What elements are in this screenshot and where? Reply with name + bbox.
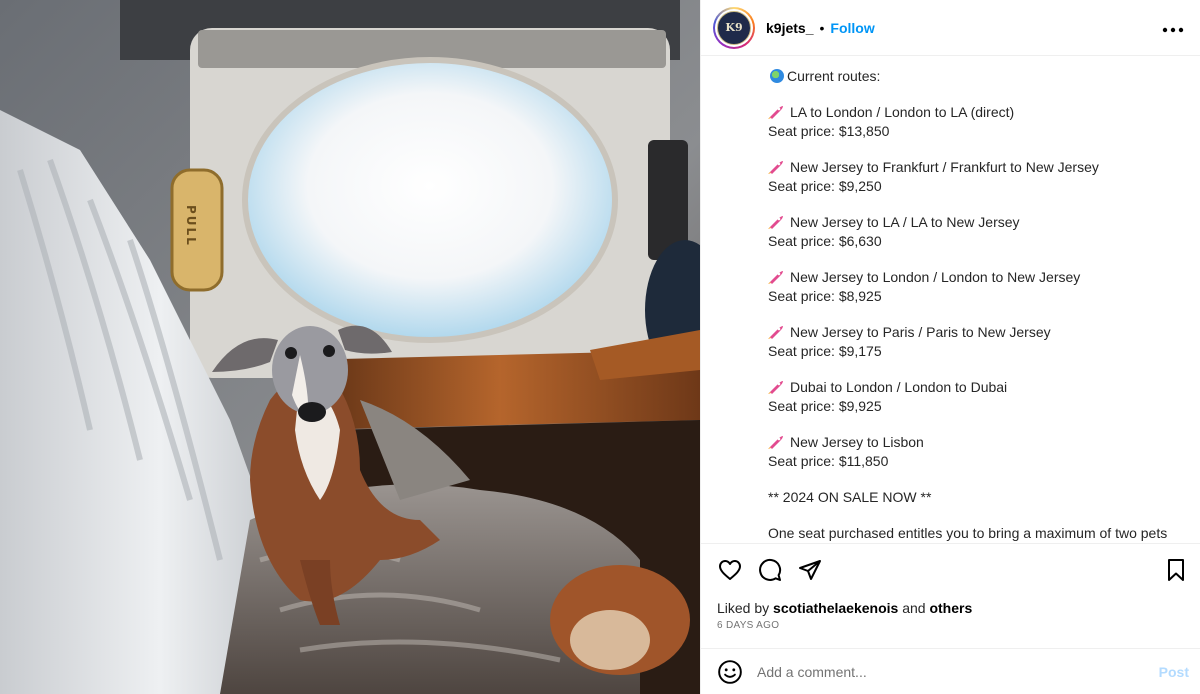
route-text: LA to London / London to LA (direct) <box>790 104 1015 120</box>
route-text: New Jersey to LA / LA to New Jersey <box>790 214 1020 230</box>
rocket-icon <box>768 216 783 229</box>
caption-gap <box>768 141 1177 158</box>
caption-gap <box>768 471 1177 488</box>
rocket-icon <box>768 271 783 284</box>
post-caption: Current routes: LA to London / London to… <box>701 57 1200 543</box>
route-item: New Jersey to Frankfurt / Frankfurt to N… <box>768 158 1177 196</box>
caption-gap <box>768 306 1177 323</box>
likes-conjunction: and <box>902 600 926 616</box>
seat-price: Seat price: $9,925 <box>768 398 882 414</box>
caption-gap <box>768 251 1177 268</box>
separator-dot: • <box>819 19 825 36</box>
seat-price: Seat price: $9,250 <box>768 178 882 194</box>
share-glyph <box>799 560 821 580</box>
route-text: New Jersey to Lisbon <box>790 434 924 450</box>
caption-gap <box>768 86 1177 103</box>
likes-prefix: Liked by <box>717 600 770 616</box>
rocket-icon <box>768 436 783 449</box>
route-item: New Jersey to LA / LA to New Jersey Seat… <box>768 213 1177 251</box>
follow-button[interactable]: Follow <box>830 20 874 36</box>
avatar[interactable]: K9 <box>713 6 755 49</box>
likes-others-link[interactable]: others <box>929 600 972 616</box>
post-timestamp[interactable]: 6 DAYS AGO <box>717 620 779 631</box>
action-bar <box>701 544 1200 596</box>
heart-glyph <box>719 560 741 580</box>
route-item: LA to London / London to LA (direct) Sea… <box>768 103 1177 141</box>
route-item: New Jersey to London / London to New Jer… <box>768 268 1177 306</box>
caption-gap <box>768 361 1177 378</box>
emoji-icon[interactable] <box>717 659 743 685</box>
heart-icon[interactable] <box>717 557 743 583</box>
post-header: K9 k9jets_ • Follow <box>701 0 1200 56</box>
likes-summary: Liked by scotiathelaekenois and others <box>717 600 972 616</box>
route-item: New Jersey to Paris / Paris to New Jerse… <box>768 323 1177 361</box>
caption-footer: One seat purchased entitles you to bring… <box>768 525 1168 541</box>
route-text: New Jersey to Paris / Paris to New Jerse… <box>790 324 1051 340</box>
share-icon[interactable] <box>797 557 823 583</box>
seat-price: Seat price: $11,850 <box>768 453 889 469</box>
instagram-post: PULL K9 k9jets_ • Follow Current routes: <box>0 0 1200 694</box>
globe-icon <box>770 69 784 83</box>
avatar-inner-ring: K9 <box>715 8 753 47</box>
more-dots-glyph <box>1162 27 1184 33</box>
post-sidebar: K9 k9jets_ • Follow Current routes: LA t… <box>700 0 1200 694</box>
seat-price: Seat price: $6,630 <box>768 233 882 249</box>
route-item: New Jersey to Lisbon Seat price: $11,850 <box>768 433 1177 471</box>
caption-intro-text: Current routes: <box>787 68 881 84</box>
caption-gap <box>768 416 1177 433</box>
more-options-icon[interactable] <box>1161 17 1185 38</box>
comment-input[interactable] <box>757 663 1159 680</box>
rocket-icon <box>768 326 783 339</box>
caption-gap <box>768 507 1177 524</box>
post-photo[interactable]: PULL <box>0 0 700 694</box>
liker-username-link[interactable]: scotiathelaekenois <box>773 600 898 616</box>
comment-bar: Post <box>701 648 1200 694</box>
route-text: New Jersey to London / London to New Jer… <box>790 269 1081 285</box>
caption-gap <box>768 196 1177 213</box>
username-link[interactable]: k9jets_ <box>766 20 813 36</box>
pull-label: PULL <box>184 205 198 247</box>
bookmark-glyph <box>1168 559 1184 581</box>
comment-icon[interactable] <box>757 557 783 583</box>
rocket-icon <box>768 106 783 119</box>
caption-intro: Current routes: <box>768 67 1177 86</box>
comment-glyph <box>759 558 782 581</box>
post-comment-button[interactable]: Post <box>1159 664 1189 680</box>
sale-text: ** 2024 ON SALE NOW ** <box>768 489 932 505</box>
route-item: Dubai to London / London to Dubai Seat p… <box>768 378 1177 416</box>
bookmark-icon[interactable] <box>1163 557 1189 583</box>
route-text: New Jersey to Frankfurt / Frankfurt to N… <box>790 159 1099 175</box>
avatar-logo: K9 <box>717 10 751 45</box>
seat-price: Seat price: $8,925 <box>768 288 882 304</box>
route-text: Dubai to London / London to Dubai <box>790 379 1008 395</box>
jet-cabin-illustration <box>0 0 700 694</box>
rocket-icon <box>768 161 783 174</box>
seat-price: Seat price: $13,850 <box>768 123 890 139</box>
seat-price: Seat price: $9,175 <box>768 343 882 359</box>
rocket-icon <box>768 381 783 394</box>
